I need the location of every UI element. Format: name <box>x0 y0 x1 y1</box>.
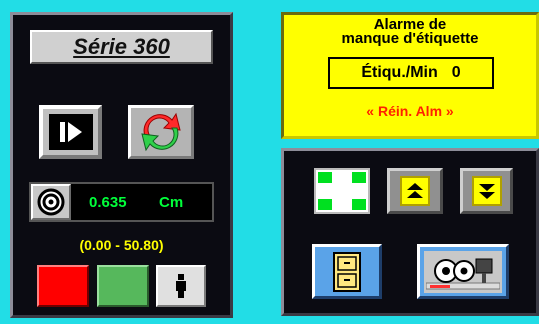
move-down-button[interactable] <box>460 168 513 214</box>
stop-button[interactable] <box>37 265 89 307</box>
double-up-arrow-icon <box>407 183 423 198</box>
machine-settings-button[interactable] <box>417 244 509 299</box>
figure-icon <box>176 274 186 298</box>
label-alarm-panel: Alarme de manque d'étiquette Étiqu./Min … <box>281 12 539 139</box>
play-step-button[interactable] <box>39 105 102 159</box>
series-title-text: Série 360 <box>73 34 170 59</box>
labels-per-min-value: 0 <box>451 64 461 81</box>
control-panel <box>281 148 539 316</box>
cross-icon <box>318 172 366 210</box>
sync-button[interactable] <box>128 105 194 159</box>
size-readout: 0.635 Cm <box>29 182 214 222</box>
sync-arrows-icon <box>141 112 181 152</box>
move-up-button[interactable] <box>387 168 443 214</box>
target-icon <box>37 188 65 216</box>
reset-alarm-link[interactable]: « Réin. Alm » <box>284 103 536 119</box>
readout-value: 0.635 <box>89 194 127 211</box>
target-button[interactable] <box>31 184 71 220</box>
labels-per-min-label: Étiqu./Min <box>361 64 438 81</box>
figure-button[interactable] <box>156 265 206 307</box>
left-panel: Série 360 0.635 Cm (0.00 - 50.80) <box>10 12 233 318</box>
file-cabinet-button[interactable] <box>312 244 382 299</box>
alarm-title-line2: manque d'étiquette <box>341 30 479 47</box>
play-step-icon <box>59 122 82 142</box>
labels-per-min-box: Étiqu./Min 0 <box>328 57 494 89</box>
readout-unit: Cm <box>159 194 184 211</box>
machine-settings-icon <box>426 258 500 289</box>
alarm-title: Alarme de manque d'étiquette <box>284 17 536 47</box>
file-cabinet-icon <box>333 251 361 292</box>
cross-button[interactable] <box>314 168 370 214</box>
start-button[interactable] <box>97 265 149 307</box>
series-title: Série 360 <box>30 30 213 64</box>
range-text: (0.00 - 50.80) <box>79 237 164 253</box>
double-down-arrow-icon <box>478 184 495 199</box>
